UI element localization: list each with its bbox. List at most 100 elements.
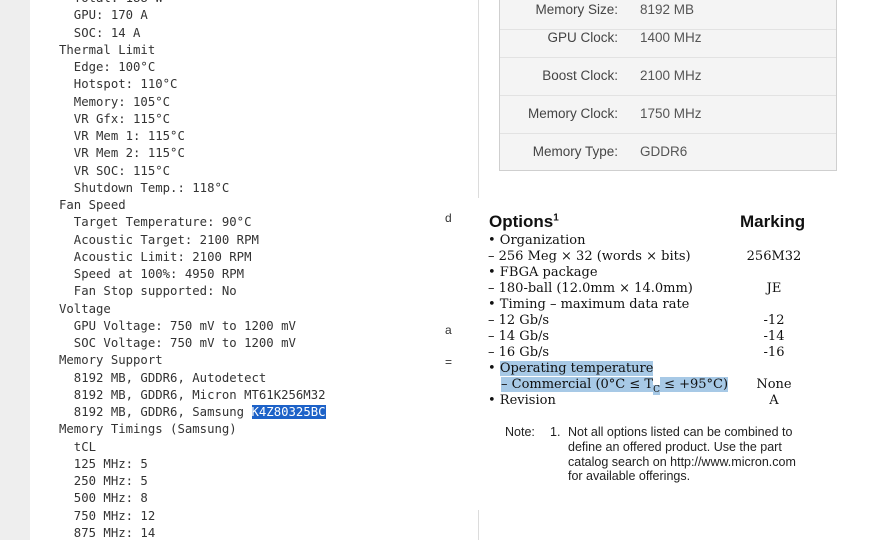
option-item: • Revision bbox=[488, 393, 556, 409]
bios-text: Fan Speed bbox=[59, 198, 126, 212]
bios-text: VR Gfx: 115°C bbox=[59, 111, 171, 126]
bios-text-line: Edge: 100°C bbox=[59, 60, 155, 74]
bios-text: Memory: 105°C bbox=[59, 94, 171, 109]
option-text: – 256 Meg × 32 (words × bits) bbox=[488, 249, 691, 264]
option-item: • Timing – maximum data rate bbox=[488, 297, 689, 313]
spec-value: 1750 MHz bbox=[640, 106, 702, 121]
bios-text-line: Speed at 100%: 4950 RPM bbox=[59, 267, 244, 281]
bios-text-line: 500 MHz: 8 bbox=[59, 491, 148, 505]
marking-value: None bbox=[756, 377, 792, 392]
bios-text-line: Memory Timings (Samsung) bbox=[59, 422, 237, 436]
bios-text-line: Memory: 105°C bbox=[59, 95, 170, 109]
bios-text: Memory Timings (Samsung) bbox=[59, 422, 237, 437]
option-item: – 12 Gb/s bbox=[488, 313, 549, 329]
option-text: – 12 Gb/s bbox=[488, 313, 550, 328]
option-item: – 256 Meg × 32 (words × bits) bbox=[488, 249, 691, 265]
clipped-text: d bbox=[445, 211, 452, 225]
bios-text: VR Mem 2: 115°C bbox=[59, 146, 185, 161]
spec-value: GDDR6 bbox=[640, 144, 688, 159]
bios-text: Memory Support bbox=[59, 353, 163, 368]
bios-text: 250 MHz: 5 bbox=[59, 474, 148, 488]
option-text: • FBGA package bbox=[488, 265, 598, 280]
bios-text-line: tCL bbox=[59, 440, 96, 454]
spec-label: Memory Size: bbox=[535, 2, 618, 17]
spec-value: 8192 MB bbox=[640, 2, 695, 17]
bios-text: Acoustic Limit: 2100 RPM bbox=[59, 249, 252, 264]
bios-text: GPU: 170 A bbox=[59, 8, 148, 23]
bios-text: tCL bbox=[59, 439, 97, 454]
spec-row-memory-clock: Memory Clock: 1750 MHz bbox=[500, 95, 836, 134]
note-line: Not all options listed can be combined t… bbox=[568, 425, 793, 439]
bullet: • bbox=[488, 361, 500, 376]
spec-row-boost-clock: Boost Clock: 2100 MHz bbox=[500, 57, 836, 96]
bios-text: Thermal Limit bbox=[59, 42, 156, 57]
bios-text: Target Temperature: 90°C bbox=[59, 215, 252, 230]
bios-text: Edge: 100°C bbox=[59, 60, 156, 74]
option-item: • FBGA package bbox=[488, 265, 598, 281]
bios-text: 8192 MB, GDDR6, Autodetect bbox=[59, 370, 267, 385]
memory-specs-table: Memory Size: 8192 MB GPU Clock: 1400 MHz… bbox=[499, 0, 837, 171]
bios-text: VR Mem 1: 115°C bbox=[59, 129, 185, 143]
spec-row-gpu-clock: GPU Clock: 1400 MHz bbox=[500, 19, 836, 58]
bios-text-line: 8192 MB, GDDR6, Micron MT61K256M32 bbox=[59, 388, 326, 402]
bios-text-line: 8192 MB, GDDR6, Samsung K4Z80325BC bbox=[59, 405, 326, 419]
marking-value: A bbox=[769, 393, 779, 408]
spec-label: GPU Clock: bbox=[547, 30, 618, 45]
bios-text: Hotspot: 110°C bbox=[59, 77, 178, 92]
option-text: – 14 Gb/s bbox=[488, 329, 550, 344]
bios-text: 8192 MB, GDDR6, Samsung bbox=[59, 405, 252, 419]
note-line: catalog search on http://www.micron.com bbox=[568, 455, 796, 469]
bios-text-line: Total: 188 W bbox=[59, 0, 163, 5]
bios-text: Speed at 100%: 4950 RPM bbox=[59, 267, 245, 281]
bios-text-line: VR SOC: 115°C bbox=[59, 164, 170, 178]
bios-text-line: Acoustic Target: 2100 RPM bbox=[59, 233, 259, 247]
marking-value: 256M32 bbox=[746, 249, 802, 264]
clipped-text: = bbox=[445, 355, 453, 369]
spec-row-memory-type: Memory Type: GDDR6 bbox=[500, 133, 836, 171]
option-text: – 16 Gb/s bbox=[488, 345, 550, 360]
footnote-ref: 1 bbox=[553, 212, 559, 224]
bios-text-line: SOC Voltage: 750 mV to 1200 mV bbox=[59, 336, 296, 350]
bios-text-line: Target Temperature: 90°C bbox=[59, 215, 252, 229]
bios-text: 750 MHz: 12 bbox=[59, 508, 156, 523]
bios-text-line: VR Mem 1: 115°C bbox=[59, 129, 185, 143]
option-item: – 16 Gb/s bbox=[488, 345, 549, 361]
option-text: • Revision bbox=[488, 393, 556, 408]
option-item: • Organization bbox=[488, 233, 585, 249]
bios-text-line: GPU Voltage: 750 mV to 1200 mV bbox=[59, 319, 296, 333]
bios-text-line: 8192 MB, GDDR6, Autodetect bbox=[59, 370, 267, 385]
subscript: C bbox=[653, 384, 660, 395]
window-left-gutter bbox=[0, 0, 30, 540]
option-item: – 180-ball (12.0mm × 14.0mm) bbox=[488, 281, 693, 297]
spec-label: Memory Clock: bbox=[527, 106, 618, 121]
bios-text-line: GPU: 170 A bbox=[59, 8, 148, 22]
option-text: – Commercial (0°C ≤ T bbox=[501, 377, 654, 392]
bios-text: 500 MHz: 8 bbox=[59, 491, 148, 506]
spec-value: 1400 MHz bbox=[640, 30, 702, 45]
bios-text-line: Hotspot: 110°C bbox=[59, 77, 178, 92]
bios-text-line: Fan Stop supported: No bbox=[59, 284, 237, 298]
bios-text-line: Fan Speed bbox=[59, 198, 126, 212]
datasheet-excerpt: d a = Options1 Marking • Organization – … bbox=[442, 198, 866, 510]
option-text: – 180-ball (12.0mm × 14.0mm) bbox=[488, 281, 693, 296]
bios-text: Fan Stop supported: No bbox=[59, 284, 237, 299]
bios-text: Voltage bbox=[59, 301, 111, 316]
bios-text-line: 750 MHz: 12 bbox=[59, 509, 155, 523]
spec-label: Memory Type: bbox=[532, 144, 618, 159]
bios-text-line: 250 MHz: 5 bbox=[59, 474, 148, 488]
marking-value: -14 bbox=[763, 329, 785, 344]
bios-text-line: Thermal Limit bbox=[59, 43, 155, 57]
selected-text[interactable]: K4Z80325BC bbox=[251, 405, 326, 419]
gpu-bios-info-panel: Total: 188 W GPU: 170 A SOC: 14 A Thermal… bbox=[30, 0, 478, 540]
option-item: • Operating temperature bbox=[488, 361, 654, 377]
bios-text: Shutdown Temp.: 118°C bbox=[59, 180, 230, 195]
clipped-text: a bbox=[445, 323, 452, 337]
option-text-tail: ≤ +95°C) bbox=[659, 377, 729, 392]
bios-text-line: Shutdown Temp.: 118°C bbox=[59, 181, 229, 195]
option-text: Operating temperature bbox=[499, 361, 654, 376]
bios-text: Acoustic Target: 2100 RPM bbox=[59, 232, 259, 247]
bios-text-line: 875 MHz: 14 bbox=[59, 526, 155, 540]
marking-value: -16 bbox=[763, 345, 785, 360]
spec-value: 2100 MHz bbox=[640, 68, 702, 83]
bios-text-line: Memory Support bbox=[59, 353, 163, 367]
